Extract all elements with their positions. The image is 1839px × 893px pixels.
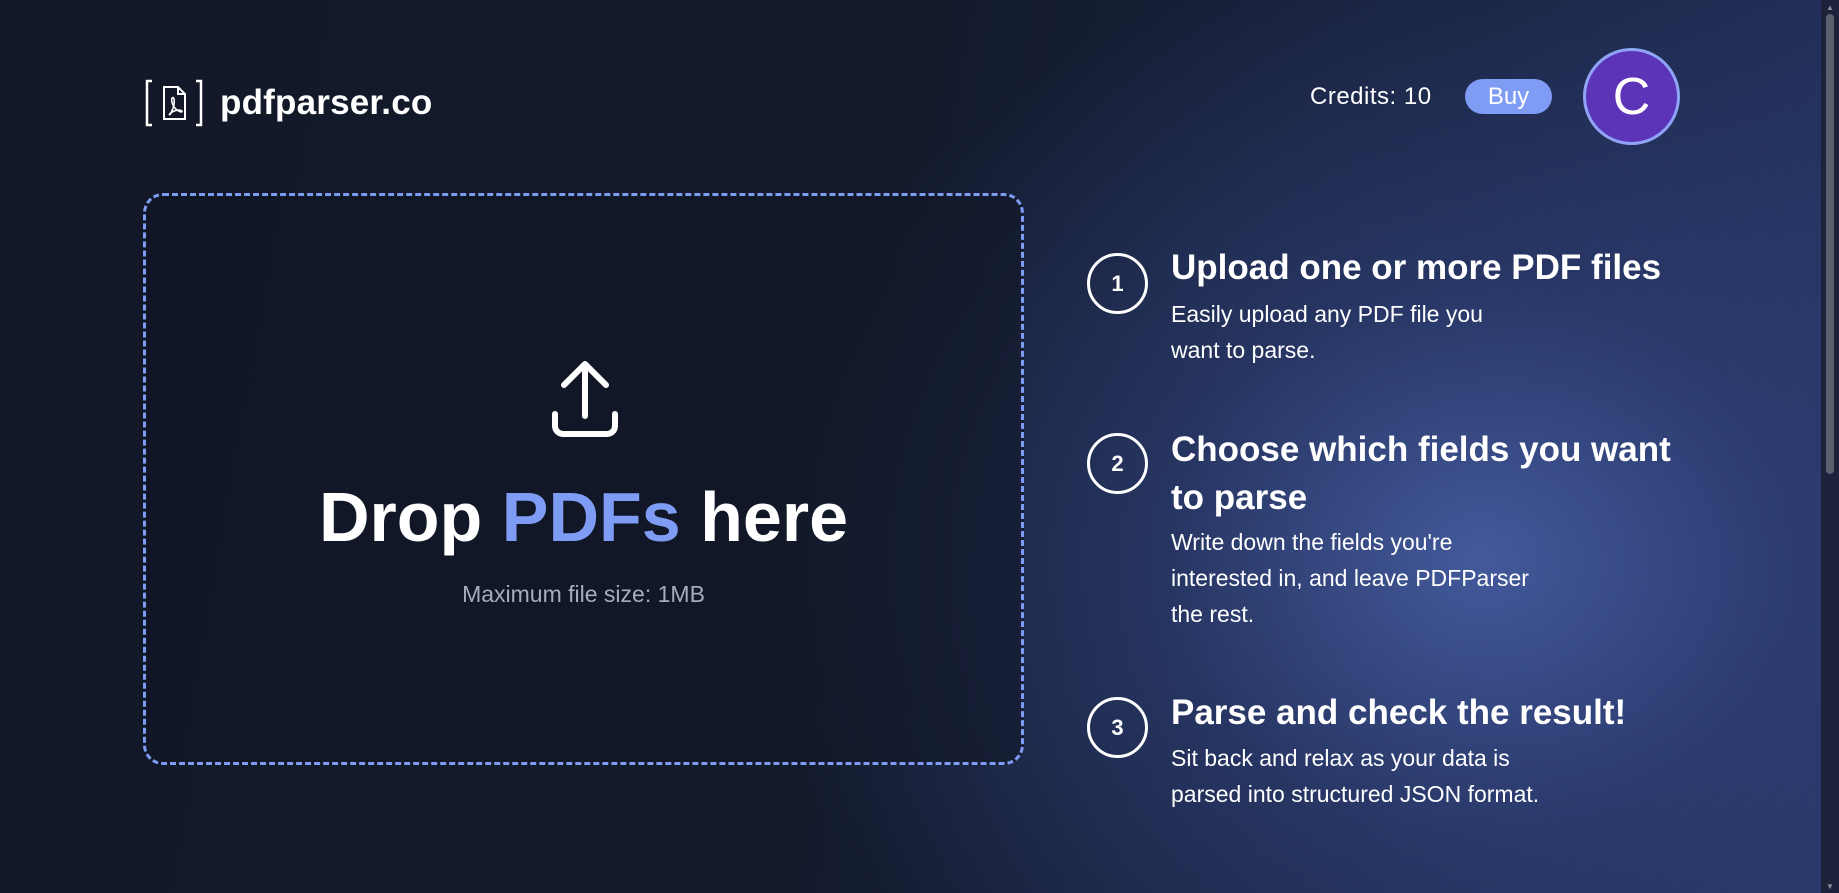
scroll-down-arrow-icon[interactable]: ▼ <box>1821 879 1839 893</box>
credits-label: Credits: 10 <box>1310 83 1432 110</box>
pdf-file-icon <box>145 79 203 127</box>
dropzone-title-suffix: here <box>700 478 849 556</box>
page: pdfparser.co Credits: 10 Buy C Drop PDFs… <box>0 0 1821 893</box>
pdf-dropzone[interactable]: Drop PDFs here Maximum file size: 1MB <box>143 193 1024 765</box>
step-description: Write down the fields you're interested … <box>1171 529 1529 627</box>
dropzone-title-prefix: Drop <box>318 478 483 556</box>
dropzone-title-accent: PDFs <box>501 478 681 556</box>
upload-icon <box>552 361 618 437</box>
step-title: Choose which fields you want to parse <box>1171 430 1671 517</box>
step-title: Upload one or more PDF files <box>1171 248 1662 287</box>
step-description: Easily upload any PDF file you want to p… <box>1171 301 1483 363</box>
step-number-badge: 2 <box>1087 433 1148 494</box>
scrollbar-thumb[interactable] <box>1826 14 1834 474</box>
brand-logo[interactable]: pdfparser.co <box>144 78 432 128</box>
step-description: Sit back and relax as your data is parse… <box>1171 745 1540 807</box>
scroll-up-arrow-icon[interactable]: ▲ <box>1821 0 1839 14</box>
dropzone-title: Drop PDFs here <box>146 479 1021 556</box>
avatar[interactable]: C <box>1583 48 1680 145</box>
max-file-size-note: Maximum file size: 1MB <box>462 581 705 607</box>
step-number-badge: 1 <box>1087 253 1148 314</box>
step-number-badge: 3 <box>1087 697 1148 758</box>
brand-name: pdfparser.co <box>220 83 433 122</box>
step-title: Parse and check the result! <box>1171 693 1627 732</box>
avatar-initial: C <box>1612 67 1651 126</box>
buy-button[interactable]: Buy <box>1465 79 1552 114</box>
vertical-scrollbar[interactable]: ▲ ▼ <box>1821 0 1839 893</box>
